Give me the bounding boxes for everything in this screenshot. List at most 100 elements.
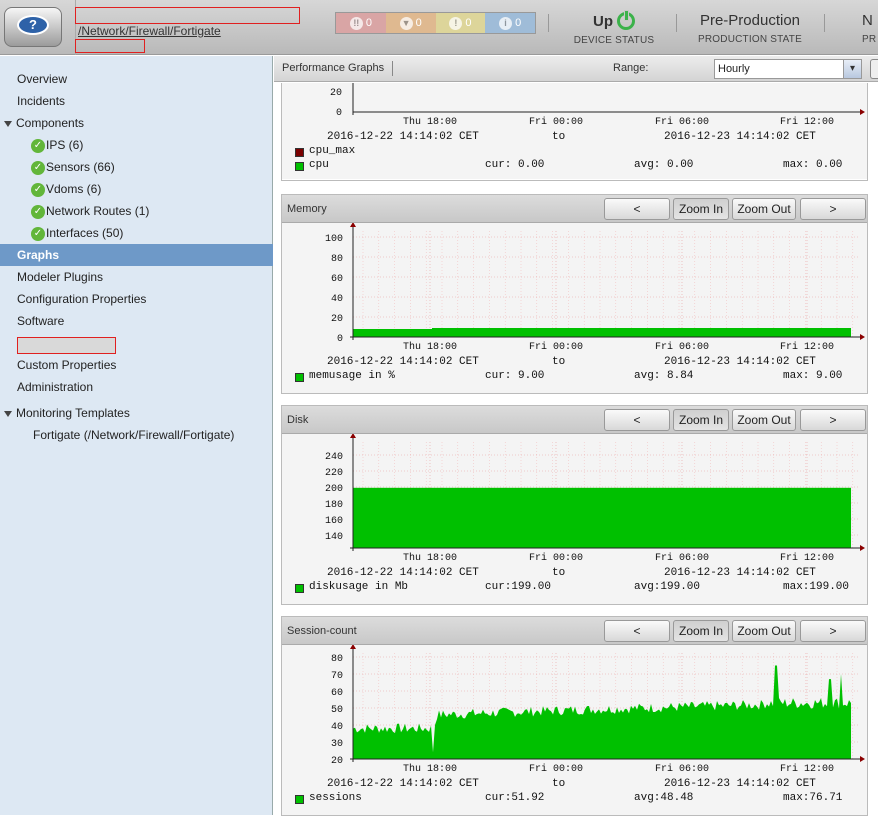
toolbar-edge-button[interactable]: [870, 59, 878, 79]
cpu-xtick: Fri 00:00: [529, 116, 583, 128]
sidebar-item-software[interactable]: Software: [0, 310, 273, 332]
sidebar-item-overview[interactable]: Overview: [0, 68, 273, 90]
session-range-end: 2016-12-23 14:14:02 CET: [664, 778, 816, 790]
sidebar-item-network-routes[interactable]: ✓ Network Routes (1): [0, 200, 273, 222]
production-state[interactable]: Pre-Production PRODUCTION STATE: [690, 12, 810, 45]
session-zoom-in-button[interactable]: Zoom In: [673, 620, 729, 642]
sidebar-item-custom-properties[interactable]: Custom Properties: [0, 354, 273, 376]
session-cur: cur:51.92: [485, 792, 545, 804]
event-error[interactable]: ▼ 0: [385, 13, 436, 33]
session-avg: avg:48.48: [634, 792, 694, 804]
memory-prev-button[interactable]: <: [604, 198, 670, 220]
error-icon: ▼: [399, 16, 413, 30]
event-info[interactable]: i0: [485, 13, 535, 33]
y-tick-label: 0: [337, 334, 343, 345]
device-status-value: Up: [593, 12, 613, 30]
y-tick-label: 40: [331, 294, 343, 305]
cpu-max-swatch: [295, 148, 304, 157]
session-range-to: to: [552, 778, 566, 790]
x-tick-label: Fri 00:00: [529, 341, 583, 353]
x-tick-label: Fri 06:00: [655, 552, 709, 564]
x-tick-label: Thu 18:00: [403, 763, 457, 775]
memory-legend: memusage in %: [309, 370, 395, 382]
disk-avg: avg:199.00: [634, 581, 701, 593]
x-axis-arrow-icon: [860, 756, 865, 762]
x-axis-arrow-icon: [860, 109, 865, 115]
memory-graph-panel: Memory < Zoom In Zoom Out > 100 80 60 40 20 0…: [281, 194, 868, 394]
toolbar-divider: [392, 61, 393, 76]
next-stat-label: PR: [862, 34, 877, 45]
device-class-icon[interactable]: ?: [4, 7, 62, 47]
session-prev-button[interactable]: <: [604, 620, 670, 642]
y-axis-arrow-icon: [350, 644, 356, 649]
y-axis-arrow-icon: [350, 222, 356, 227]
sidebar-item-configuration-properties[interactable]: Configuration Properties: [0, 288, 273, 310]
chevron-down-icon[interactable]: ▾: [843, 60, 861, 78]
event-critical[interactable]: !! 0: [336, 13, 386, 33]
sidebar-item-components[interactable]: Components: [0, 112, 273, 134]
y-tick-label: 220: [325, 468, 343, 479]
sidebar-item-vdoms[interactable]: ✓ Vdoms (6): [0, 178, 273, 200]
warning-count: 0: [465, 17, 472, 29]
event-summary[interactable]: !! 0 ▼ 0 ! 0 i0: [335, 12, 536, 34]
x-tick-label: Fri 00:00: [529, 552, 583, 564]
sidebar-item-template-fortigate[interactable]: Fortigate (/Network/Firewall/Fortigate): [0, 424, 273, 446]
next-stat[interactable]: N PR: [862, 12, 878, 45]
y-tick-label: 80: [331, 254, 343, 265]
sidebar-item-modeler-plugins[interactable]: Modeler Plugins: [0, 266, 273, 288]
y-tick-label: 50: [331, 705, 343, 716]
memory-zoom-out-button[interactable]: Zoom Out: [732, 198, 796, 220]
y-tick-label: 180: [325, 500, 343, 511]
cpu-swatch: [295, 162, 304, 171]
sidebar-item-label: Sensors (66): [46, 160, 115, 174]
y-tick-label: 20: [331, 314, 343, 325]
device-status[interactable]: Up DEVICE STATUS: [570, 10, 658, 46]
cpu-max-legend: cpu_max: [309, 145, 356, 157]
session-next-button[interactable]: >: [800, 620, 866, 642]
redacted-ip: [75, 39, 145, 53]
expand-triangle-icon[interactable]: [4, 410, 12, 417]
memory-range-to: to: [552, 356, 566, 368]
sidebar-item-sensors[interactable]: ✓ Sensors (66): [0, 156, 273, 178]
disk-zoom-in-button[interactable]: Zoom In: [673, 409, 729, 431]
graphs-toolbar: Performance Graphs Range: Hourly ▾: [274, 56, 878, 82]
disk-area: [353, 487, 851, 548]
sidebar-item-ips[interactable]: ✓ IPS (6): [0, 134, 273, 156]
memory-next-button[interactable]: >: [800, 198, 866, 220]
sidebar-item-label: Interfaces (50): [46, 226, 124, 240]
cpu-range-to: to: [552, 131, 566, 143]
y-tick-label: 60: [331, 688, 343, 699]
disk-range-start: 2016-12-22 14:14:02 CET: [327, 567, 479, 579]
cpu-xtick: Fri 12:00: [780, 116, 834, 128]
warning-icon: !: [449, 16, 463, 30]
sidebar-item-interfaces[interactable]: ✓ Interfaces (50): [0, 222, 273, 244]
disk-zoom-out-button[interactable]: Zoom Out: [732, 409, 796, 431]
range-select-value: Hourly: [718, 63, 750, 75]
disk-cur: cur:199.00: [485, 581, 552, 593]
header-divider: [676, 14, 677, 32]
breadcrumb[interactable]: /Network/Firewall/Fortigate: [78, 24, 221, 38]
disk-legend: diskusage in Mb: [309, 581, 409, 593]
session-count-graph-panel: Session-count < Zoom In Zoom Out > 80 70 6…: [281, 616, 868, 816]
expand-triangle-icon[interactable]: [4, 120, 12, 127]
disk-graph-panel: Disk < Zoom In Zoom Out > 240 220 200 180 16…: [281, 405, 868, 605]
memory-panel-title: Memory: [287, 203, 327, 215]
sidebar-item-monitoring-templates[interactable]: Monitoring Templates: [0, 402, 273, 424]
y-tick-label: 60: [331, 274, 343, 285]
sidebar-item-label: Monitoring Templates: [16, 406, 130, 420]
session-zoom-out-button[interactable]: Zoom Out: [732, 620, 796, 642]
sidebar-item-administration[interactable]: Administration: [0, 376, 273, 398]
session-range-start: 2016-12-22 14:14:02 CET: [327, 778, 479, 790]
disk-next-button[interactable]: >: [800, 409, 866, 431]
memory-zoom-in-button[interactable]: Zoom In: [673, 198, 729, 220]
disk-max: max:199.00: [783, 581, 850, 593]
sidebar-item-incidents[interactable]: Incidents: [0, 90, 273, 112]
sidebar-item-label: Vdoms (6): [46, 182, 102, 196]
event-warning[interactable]: ! 0: [435, 13, 486, 33]
x-axis-arrow-icon: [860, 334, 865, 340]
range-select[interactable]: Hourly ▾: [714, 59, 862, 79]
disk-prev-button[interactable]: <: [604, 409, 670, 431]
sidebar-item-graphs[interactable]: Graphs: [0, 244, 273, 266]
memory-area: [353, 328, 851, 337]
memory-avg: avg: 8.84: [634, 370, 694, 382]
